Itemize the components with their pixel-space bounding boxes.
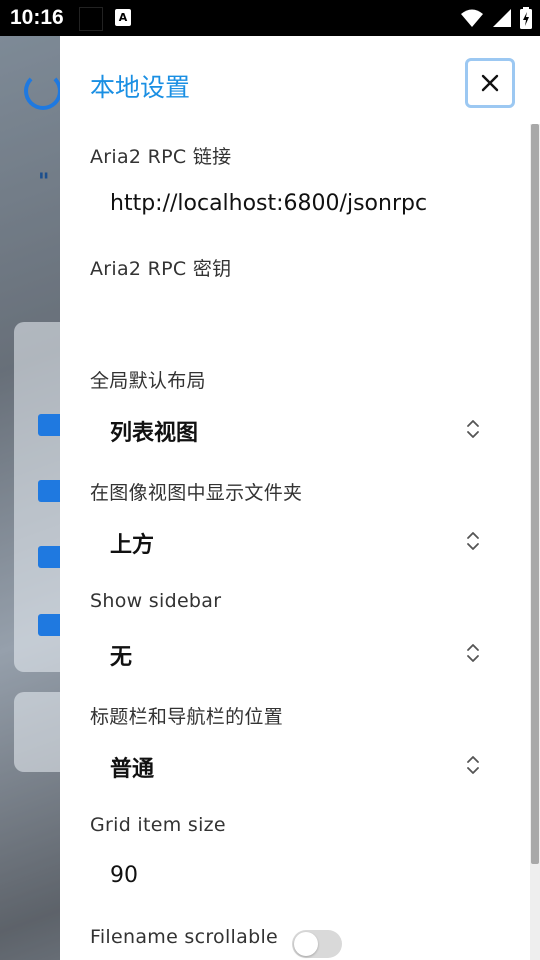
drawer-scrollbar[interactable]	[530, 124, 540, 960]
battery-charging-icon	[520, 7, 532, 29]
drawer-title: 本地设置	[90, 73, 191, 102]
close-icon	[481, 74, 499, 92]
filename-scrollable-toggle[interactable]	[292, 930, 342, 958]
layout-select[interactable]: 列表视图	[110, 415, 198, 447]
status-icons	[460, 7, 532, 29]
loading-spinner	[24, 72, 62, 110]
toggle-knob	[294, 932, 318, 956]
rpc-secret-input[interactable]	[110, 302, 450, 332]
sidebar-label: Show sidebar	[90, 590, 222, 612]
rpc-link-input[interactable]: http://localhost:6800/jsonrpc	[110, 191, 427, 216]
chevron-updown-icon[interactable]	[465, 530, 481, 552]
local-settings-drawer: 本地设置 Aria2 RPC 链接 http://localhost:6800/…	[60, 36, 540, 960]
layout-label: 全局默认布局	[90, 370, 206, 392]
status-bar: 10:16 A	[0, 0, 540, 36]
filename-scrollable-label: Filename scrollable	[90, 926, 279, 948]
chevron-updown-icon[interactable]	[465, 418, 481, 440]
navbar-select[interactable]: 普通	[110, 751, 154, 783]
navbar-label: 标题栏和导航栏的位置	[90, 706, 284, 728]
chevron-updown-icon[interactable]	[465, 754, 481, 776]
wifi-icon	[461, 9, 483, 27]
signal-icon	[493, 9, 511, 27]
scrollbar-thumb[interactable]	[531, 124, 539, 864]
notification-icon	[79, 7, 103, 31]
rpc-link-label: Aria2 RPC 链接	[90, 146, 232, 168]
rpc-secret-label: Aria2 RPC 密钥	[90, 258, 232, 280]
close-button[interactable]	[465, 58, 515, 108]
sidebar-select[interactable]: 无	[110, 639, 132, 671]
folders-label: 在图像视图中显示文件夹	[90, 482, 303, 504]
status-time: 10:16	[10, 6, 64, 29]
background-quote-mark: "	[38, 170, 50, 195]
chevron-updown-icon[interactable]	[465, 642, 481, 664]
grid-size-label: Grid item size	[90, 814, 226, 836]
folders-select[interactable]: 上方	[110, 527, 154, 559]
notification-app-icon: A	[115, 9, 131, 26]
grid-size-input[interactable]: 90	[110, 863, 138, 888]
